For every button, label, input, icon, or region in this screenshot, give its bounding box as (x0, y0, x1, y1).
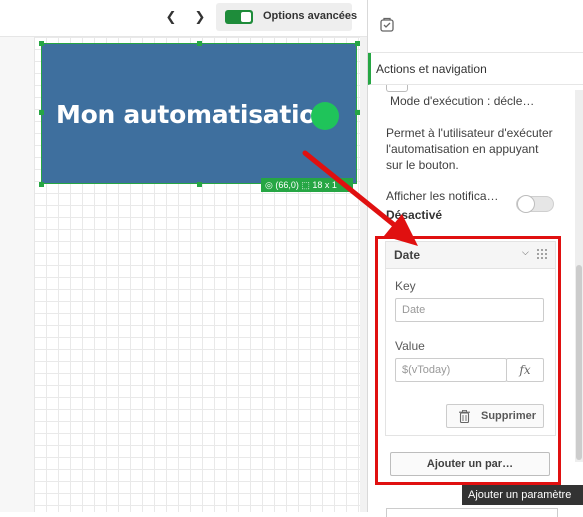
section-title: Actions et navigation (376, 62, 487, 76)
automation-button-label: Mon automatisation (56, 100, 334, 129)
advanced-options-label: Options avancées (263, 10, 358, 22)
description-line: Permet à l'utilisateur d'exécuter (386, 126, 553, 140)
resize-handle[interactable] (197, 41, 202, 46)
trash-icon (459, 410, 470, 423)
canvas-toolbar: ❮ ❯ Options avancées (0, 0, 367, 37)
parameter-card-header[interactable]: Date ⌵ (386, 242, 555, 269)
resize-handle[interactable] (39, 182, 44, 187)
expression-fx-button[interactable]: fx (506, 358, 544, 382)
mode-dropdown-edge[interactable] (386, 85, 408, 92)
execution-mode-label[interactable]: Mode d'exécution : décle… (390, 94, 534, 108)
key-label: Key (395, 279, 416, 293)
value-input[interactable]: $(vToday) (395, 358, 507, 382)
section-header-actions[interactable]: Actions et navigation (368, 53, 583, 85)
chevron-right-icon[interactable]: ❯ (189, 6, 211, 28)
notifications-state: Désactivé (386, 208, 443, 222)
chevron-down-icon[interactable]: ⌵ (522, 248, 529, 258)
delete-parameter-button[interactable]: Supprimer (446, 404, 544, 428)
notifications-toggle[interactable] (516, 195, 554, 213)
value-label: Value (395, 339, 425, 353)
description-line: sur le bouton. (386, 158, 459, 172)
canvas-scrollbar[interactable] (360, 37, 367, 512)
next-field-edge (386, 508, 558, 517)
description-line: l'automatisation en appuyant (386, 142, 539, 156)
delete-button-label: Supprimer (481, 410, 537, 422)
sheet-canvas[interactable]: Mon automatisation ◎ (66,0) ⬚ 18 x 1 (0, 37, 367, 512)
status-dot-icon (311, 102, 339, 130)
parameter-card: Date ⌵ Key Date Value $(vToday) fx Suppr… (385, 241, 556, 436)
resize-handle[interactable] (197, 182, 202, 187)
object-icon[interactable] (379, 17, 395, 33)
chevron-left-icon[interactable]: ❮ (160, 6, 182, 28)
advanced-options-toggle[interactable] (225, 10, 253, 24)
panel-scrollbar[interactable] (575, 90, 583, 462)
panel-top-bar (368, 0, 583, 53)
notifications-label: Afficher les notifica… (386, 189, 499, 203)
properties-panel: Actions et navigation Mode d'exécution :… (367, 0, 583, 517)
parameter-title: Date (394, 248, 421, 262)
canvas-left-gutter (0, 37, 35, 512)
automation-button[interactable]: Mon automatisation (41, 43, 357, 184)
drag-handle-icon[interactable] (536, 248, 548, 260)
tooltip: Ajouter un paramètre (462, 485, 583, 505)
advanced-options-group: Options avancées (216, 3, 357, 31)
resize-handle[interactable] (39, 110, 44, 115)
key-input[interactable]: Date (395, 298, 544, 322)
panel-scrollbar-thumb[interactable] (576, 265, 582, 460)
resize-handle[interactable] (39, 41, 44, 46)
add-parameter-button[interactable]: Ajouter un par… (390, 452, 550, 476)
position-size-badge: ◎ (66,0) ⬚ 18 x 1 (261, 178, 353, 192)
